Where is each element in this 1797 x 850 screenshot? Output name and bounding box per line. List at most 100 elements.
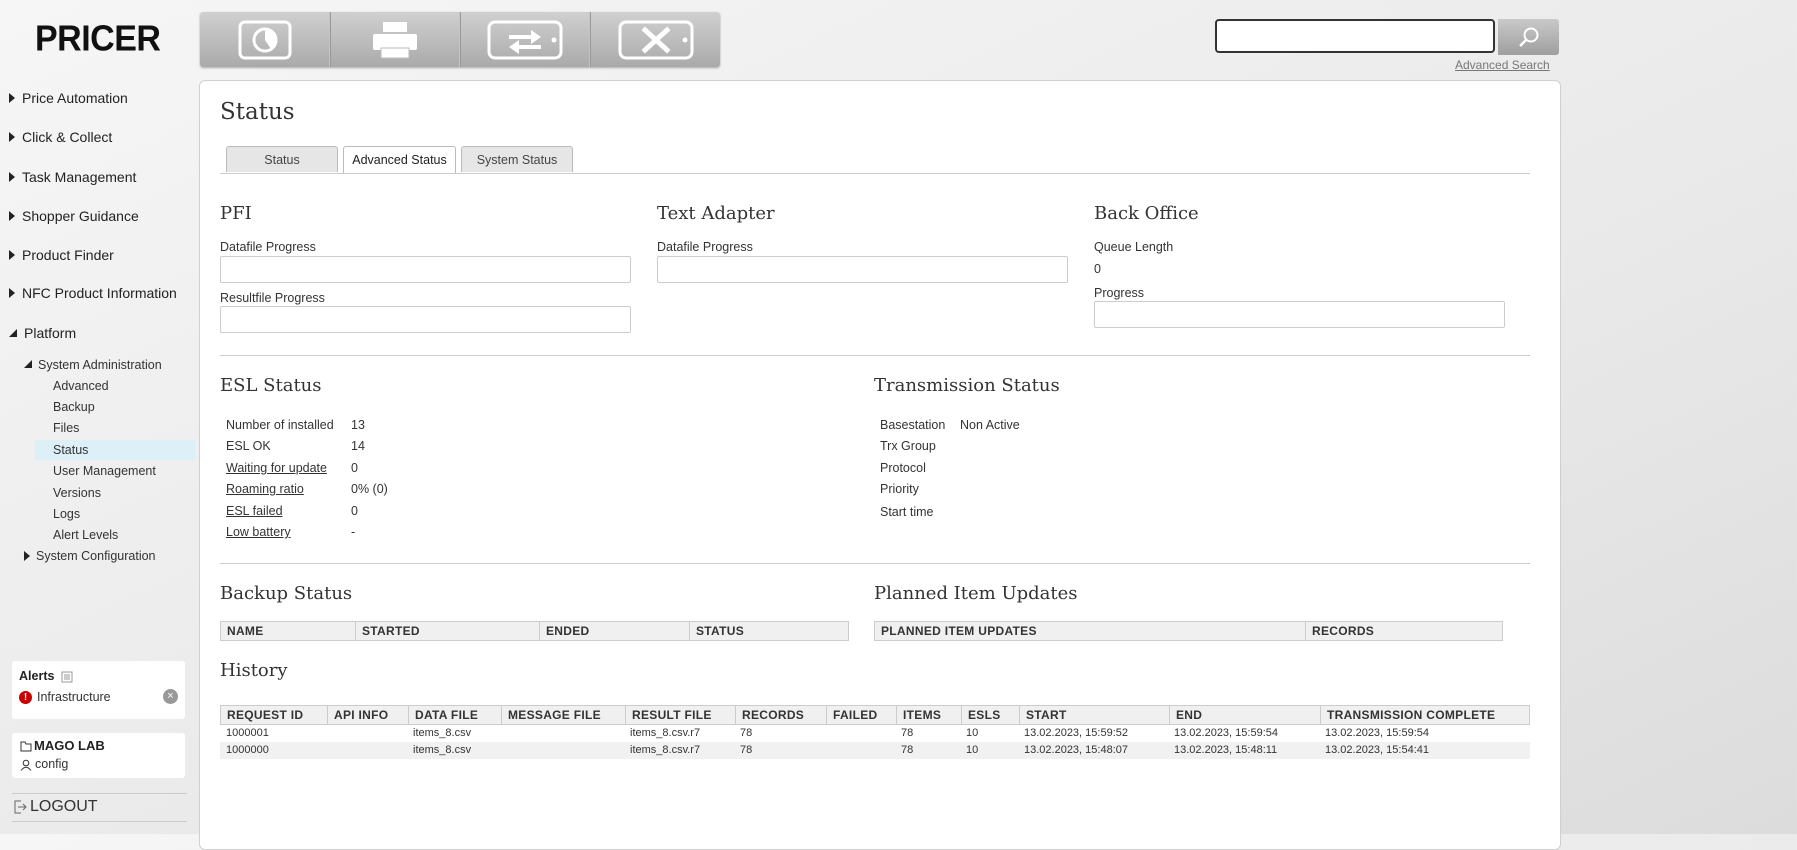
column-header-esls[interactable]: ESLS bbox=[961, 706, 1019, 724]
delete-label-button[interactable] bbox=[590, 12, 720, 67]
advanced-search-link[interactable]: Advanced Search bbox=[1455, 58, 1550, 72]
queue-length-value: 0 bbox=[1094, 262, 1101, 276]
alerts-panel: Alerts ! Infrastructure × bbox=[12, 661, 185, 719]
nav-item-price-automation[interactable]: Price Automation bbox=[9, 90, 128, 106]
esl-ok-value: 14 bbox=[351, 439, 365, 453]
nav-item-system-configuration[interactable]: System Configuration bbox=[24, 549, 156, 563]
waiting-for-update-value: 0 bbox=[351, 461, 358, 475]
logout-icon bbox=[14, 800, 27, 814]
nav-item-files[interactable]: Files bbox=[35, 418, 195, 438]
cell-end: 13.02.2023, 15:59:54 bbox=[1174, 727, 1278, 739]
section-divider bbox=[220, 355, 1530, 356]
tab-advanced-status[interactable]: Advanced Status bbox=[343, 146, 456, 173]
column-header-transmission-complete[interactable]: TRANSMISSION COMPLETE bbox=[1320, 706, 1529, 724]
search-input[interactable] bbox=[1215, 19, 1495, 53]
search-button[interactable] bbox=[1498, 19, 1559, 55]
nav-item-click-collect[interactable]: Click & Collect bbox=[9, 129, 112, 145]
store-name-text: MAGO LAB bbox=[34, 738, 105, 753]
column-header-request-id[interactable]: REQUEST ID bbox=[221, 706, 327, 724]
esl-failed-value: 0 bbox=[351, 504, 358, 518]
waiting-for-update-link[interactable]: Waiting for update bbox=[226, 461, 327, 475]
print-button[interactable] bbox=[330, 12, 460, 67]
nav-item-user-management[interactable]: User Management bbox=[35, 461, 195, 481]
cell-records: 78 bbox=[740, 744, 753, 756]
nav-item-task-management[interactable]: Task Management bbox=[9, 169, 136, 185]
toolbar bbox=[200, 12, 720, 67]
column-header-failed[interactable]: FAILED bbox=[826, 706, 896, 724]
cell-request-id: 1000000 bbox=[226, 744, 269, 756]
cell-items: 78 bbox=[901, 727, 914, 739]
nav-item-versions[interactable]: Versions bbox=[35, 483, 195, 503]
column-header-result-file[interactable]: RESULT FILE bbox=[625, 706, 735, 724]
folder-icon bbox=[20, 741, 32, 752]
cell-esls: 10 bbox=[966, 727, 979, 739]
chevron-down-icon bbox=[9, 329, 17, 338]
tab-system-status[interactable]: System Status bbox=[461, 146, 573, 172]
alert-item[interactable]: ! Infrastructure bbox=[19, 690, 178, 704]
chevron-right-icon bbox=[9, 132, 15, 143]
cell-message-file bbox=[500, 725, 506, 742]
column-header-name[interactable]: NAME bbox=[221, 622, 355, 640]
nav-item-system-administration[interactable]: System Administration bbox=[24, 358, 162, 372]
nav-item-label: System Configuration bbox=[36, 549, 156, 563]
column-header-started[interactable]: STARTED bbox=[355, 622, 539, 640]
low-battery-link[interactable]: Low battery bbox=[226, 525, 291, 539]
nav-item-label: Click & Collect bbox=[22, 129, 113, 145]
column-header-end[interactable]: END bbox=[1169, 706, 1320, 724]
document-icon[interactable] bbox=[61, 671, 73, 683]
column-header-records[interactable]: RECORDS bbox=[735, 706, 826, 724]
cell-request-id: 1000001 bbox=[226, 727, 269, 739]
start-time-label: Start time bbox=[880, 505, 934, 519]
chevron-right-icon bbox=[24, 550, 30, 561]
nav-item-status[interactable]: Status bbox=[35, 440, 195, 460]
nav-item-label: Shopper Guidance bbox=[22, 208, 139, 224]
main-panel: Status Status Advanced Status System Sta… bbox=[199, 80, 1561, 850]
close-icon[interactable]: × bbox=[163, 689, 178, 704]
nav-item-product-finder[interactable]: Product Finder bbox=[9, 247, 114, 263]
chevron-down-icon bbox=[24, 359, 32, 368]
cell-message-file bbox=[500, 742, 506, 759]
back-office-progress-label: Progress bbox=[1094, 286, 1145, 300]
esl-failed-link[interactable]: ESL failed bbox=[226, 504, 283, 518]
column-header-records[interactable]: RECORDS bbox=[1305, 622, 1502, 640]
table-row[interactable]: 1000001 items_8.csv items_8.csv.r7 78 78… bbox=[220, 725, 1530, 742]
nav-item-backup[interactable]: Backup bbox=[35, 397, 195, 417]
nav-item-platform[interactable]: Platform bbox=[9, 325, 76, 341]
protocol-label: Protocol bbox=[880, 461, 926, 475]
section-divider bbox=[220, 563, 1530, 564]
cell-records: 78 bbox=[740, 727, 753, 739]
nav-item-nfc-product-information[interactable]: NFC Product Information bbox=[9, 285, 177, 301]
logout-button[interactable]: LOGOUT bbox=[12, 793, 187, 822]
tab-status[interactable]: Status bbox=[226, 146, 338, 172]
nav-item-label: Platform bbox=[24, 325, 77, 341]
chevron-right-icon bbox=[9, 211, 15, 222]
column-header-api-info[interactable]: API INFO bbox=[327, 706, 408, 724]
nav-item-alert-levels[interactable]: Alert Levels bbox=[35, 525, 195, 545]
pfi-title: PFI bbox=[220, 203, 252, 224]
column-header-message-file[interactable]: MESSAGE FILE bbox=[501, 706, 625, 724]
column-header-ended[interactable]: ENDED bbox=[539, 622, 689, 640]
user-name[interactable]: config bbox=[20, 757, 177, 771]
backup-status-table-header: NAME STARTED ENDED STATUS bbox=[220, 621, 849, 641]
nav-item-shopper-guidance[interactable]: Shopper Guidance bbox=[9, 208, 139, 224]
column-header-planned-item-updates[interactable]: PLANNED ITEM UPDATES bbox=[875, 622, 1305, 640]
column-header-status[interactable]: STATUS bbox=[689, 622, 848, 640]
transmission-status-title: Transmission Status bbox=[874, 375, 1060, 396]
exchange-label-button[interactable] bbox=[460, 12, 590, 67]
text-adapter-datafile-progress bbox=[657, 256, 1068, 283]
column-header-start[interactable]: START bbox=[1019, 706, 1169, 724]
column-header-data-file[interactable]: DATA FILE bbox=[408, 706, 501, 724]
nav-item-logs[interactable]: Logs bbox=[35, 504, 195, 524]
nav-item-label: Product Finder bbox=[22, 247, 114, 263]
column-header-items[interactable]: ITEMS bbox=[896, 706, 961, 724]
table-row[interactable]: 1000000 items_8.csv items_8.csv.r7 78 78… bbox=[220, 742, 1530, 759]
chevron-right-icon bbox=[9, 288, 15, 299]
backup-status-title: Backup Status bbox=[220, 583, 353, 604]
reports-button[interactable] bbox=[200, 12, 330, 67]
cell-result-file: items_8.csv.r7 bbox=[630, 744, 701, 756]
store-name[interactable]: MAGO LAB bbox=[20, 738, 177, 753]
roaming-ratio-link[interactable]: Roaming ratio bbox=[226, 482, 304, 496]
pie-chart-icon bbox=[238, 20, 291, 59]
pfi-resultfile-progress bbox=[220, 306, 631, 333]
nav-item-advanced[interactable]: Advanced bbox=[35, 376, 195, 396]
